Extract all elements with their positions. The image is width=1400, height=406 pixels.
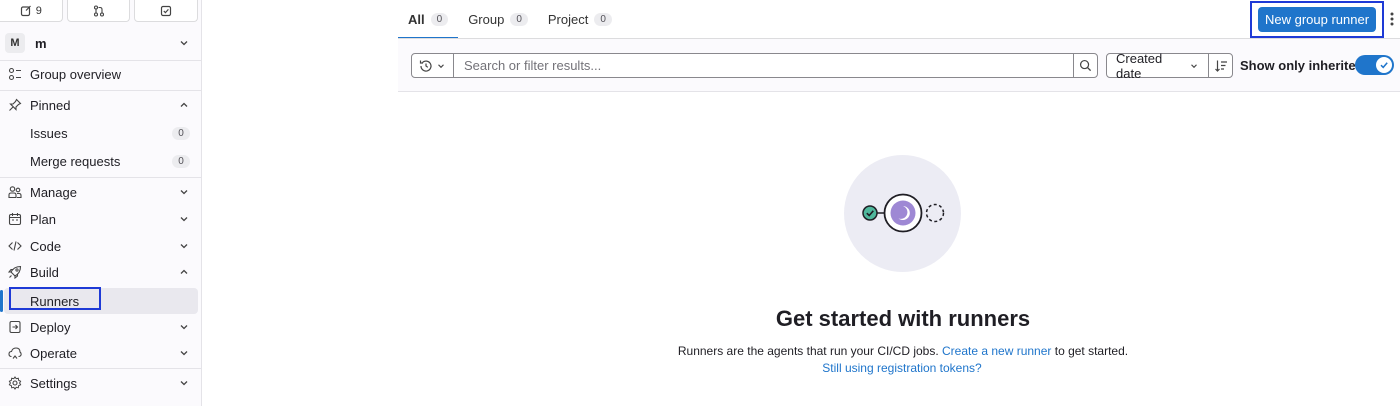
nav-code[interactable]: Code xyxy=(0,233,202,259)
chevron-down-icon xyxy=(436,61,446,71)
nav-label: Merge requests xyxy=(30,153,121,169)
gear-icon xyxy=(7,375,23,391)
sidebar-top-buttons: 9 xyxy=(0,0,202,24)
group-avatar: M xyxy=(5,33,25,53)
rocket-icon xyxy=(7,264,23,280)
deploy-icon xyxy=(7,319,23,335)
sort-direction-button[interactable] xyxy=(1208,53,1233,78)
tab-label: Project xyxy=(547,12,589,27)
merge-request-icon xyxy=(93,4,105,17)
todo-check-icon xyxy=(160,5,172,17)
tab-project[interactable]: Project 0 xyxy=(538,0,622,39)
chevron-up-icon xyxy=(178,266,190,278)
tab-count: 0 xyxy=(430,13,449,26)
code-icon xyxy=(7,238,23,254)
show-only-inherited-toggle[interactable] xyxy=(1355,55,1394,75)
issues-count-badge: 0 xyxy=(172,126,190,140)
active-indicator xyxy=(0,290,3,312)
group-switcher[interactable]: M m xyxy=(0,31,202,55)
runner-type-tabs: All 0 Group 0 Project 0 xyxy=(398,0,622,39)
nav-label: Operate xyxy=(30,345,77,361)
sort-label: Created date xyxy=(1116,50,1163,81)
nav-pinned-issues[interactable]: Issues 0 xyxy=(0,120,202,146)
chevron-down-icon xyxy=(178,377,190,389)
chevron-down-icon xyxy=(1189,61,1199,71)
merge-requests-button[interactable] xyxy=(66,0,131,22)
group-name: m xyxy=(35,35,47,51)
search-icon xyxy=(1079,59,1092,72)
search-submit-button[interactable] xyxy=(1073,53,1098,78)
tab-group[interactable]: Group 0 xyxy=(458,0,538,39)
new-runner-highlight-box xyxy=(1250,1,1384,38)
divider xyxy=(0,368,202,369)
registration-tokens-link[interactable]: Still using registration tokens? xyxy=(702,361,1102,375)
users-icon xyxy=(7,184,23,200)
nav-group-overview[interactable]: Group overview xyxy=(0,61,202,87)
issues-icon xyxy=(20,5,32,17)
toggle-knob xyxy=(1376,57,1392,73)
nav-pinned[interactable]: Pinned xyxy=(0,92,202,118)
group-overview-icon xyxy=(7,66,23,82)
nav-label: Pinned xyxy=(30,97,71,113)
history-icon xyxy=(419,59,433,73)
divider xyxy=(0,90,202,91)
nav-label: Deploy xyxy=(30,319,71,335)
sidebar: 9 M m Group overview Pinned Issues 0 Mer… xyxy=(0,0,202,406)
chevron-up-icon xyxy=(178,99,190,111)
nav-build[interactable]: Build xyxy=(0,259,202,285)
description-text: Runners are the agents that run your CI/… xyxy=(677,344,942,358)
chevron-down-icon xyxy=(178,347,190,359)
tab-count: 0 xyxy=(594,13,612,26)
create-new-runner-link[interactable]: Create a new runner xyxy=(942,344,1051,358)
check-icon xyxy=(1379,60,1389,70)
nav-label: Issues xyxy=(30,125,68,141)
description-text-end: to get started. xyxy=(1051,344,1129,358)
show-only-inherited-label: Show only inherited xyxy=(1240,58,1364,73)
runners-empty-illustration xyxy=(844,155,961,272)
divider xyxy=(0,177,202,178)
empty-state-title: Get started with runners xyxy=(775,306,1031,331)
chevron-down-icon xyxy=(178,240,190,252)
nav-operate[interactable]: Operate xyxy=(0,340,202,366)
chevron-down-icon xyxy=(178,213,190,225)
nav-manage[interactable]: Manage xyxy=(0,179,202,205)
nav-plan[interactable]: Plan xyxy=(0,206,202,232)
search-input[interactable] xyxy=(453,53,1074,78)
chevron-down-icon xyxy=(178,321,190,333)
cloud-icon xyxy=(7,345,23,361)
tab-all[interactable]: All 0 xyxy=(398,0,459,39)
ellipsis-v-icon xyxy=(1388,10,1396,28)
issues-button[interactable]: 9 xyxy=(0,0,63,22)
nav-deploy[interactable]: Deploy xyxy=(0,314,202,340)
recent-searches-button[interactable] xyxy=(411,53,454,78)
chevron-down-icon xyxy=(178,186,190,198)
nav-label: Build xyxy=(30,264,59,280)
chevron-down-icon xyxy=(178,37,190,49)
nav-label: Code xyxy=(30,238,62,254)
more-actions-kebab[interactable] xyxy=(1388,10,1396,28)
nav-label: Settings xyxy=(30,375,77,391)
runners-highlight-box xyxy=(9,287,101,310)
sort-lowest-icon xyxy=(1214,59,1228,73)
merge-requests-count-badge: 0 xyxy=(172,154,190,168)
empty-state-description: Runners are the agents that run your CI/… xyxy=(600,344,1206,358)
nav-label: Group overview xyxy=(30,66,122,82)
nav-settings[interactable]: Settings xyxy=(0,370,202,396)
sort-by-dropdown[interactable]: Created date xyxy=(1106,50,1209,81)
todos-button[interactable] xyxy=(134,0,199,22)
issues-count: 9 xyxy=(35,4,42,17)
calendar-icon xyxy=(7,211,23,227)
pin-icon xyxy=(7,97,23,113)
tab-count: 0 xyxy=(510,13,528,26)
nav-label: Manage xyxy=(30,184,77,200)
tab-label: All xyxy=(408,12,425,27)
nav-pinned-merge-requests[interactable]: Merge requests 0 xyxy=(0,148,202,174)
tab-label: Group xyxy=(468,12,505,27)
nav-label: Plan xyxy=(30,211,57,227)
